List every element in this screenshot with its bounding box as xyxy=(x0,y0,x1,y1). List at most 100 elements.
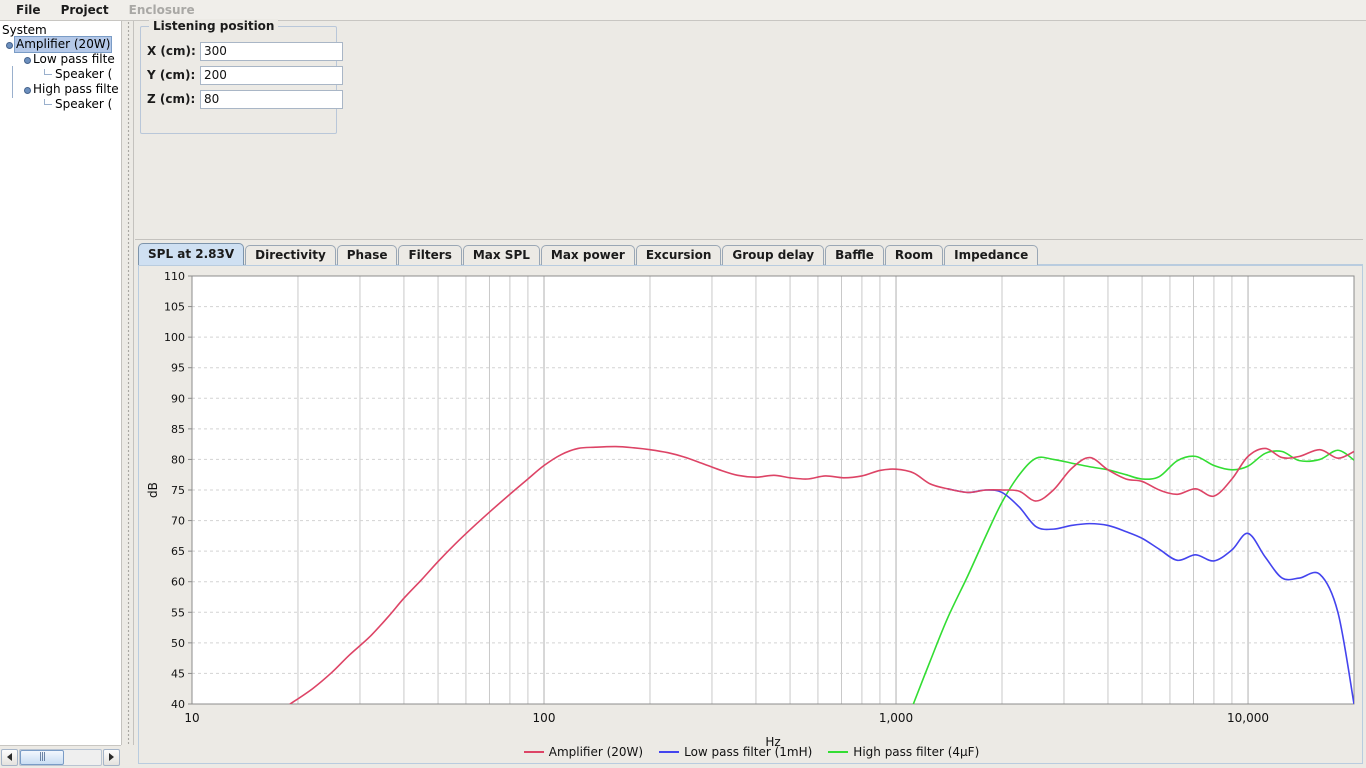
tree-node-low-pass-filter[interactable]: Low pass filte xyxy=(0,52,120,67)
menu-enclosure: Enclosure xyxy=(119,1,205,19)
tab-group-delay[interactable]: Group delay xyxy=(722,245,824,265)
tab-label: Max SPL xyxy=(473,248,530,262)
x-tick-label: 10 xyxy=(184,711,199,725)
legend-color-swatch xyxy=(524,751,544,753)
chart-container: 40 45 50 55 60 65 70 75 80 85 90 95 100 105 110 dB 10 100… xyxy=(138,266,1363,764)
y-tick-label: 110 xyxy=(164,270,185,283)
listening-position-group: Listening position X (cm): Y (cm): Z (cm… xyxy=(140,26,337,134)
y-tick-label: 75 xyxy=(171,484,185,497)
tab-phase[interactable]: Phase xyxy=(337,245,398,265)
legend-label: High pass filter (4µF) xyxy=(853,745,979,759)
menu-file[interactable]: File xyxy=(6,1,51,19)
y-label: Y (cm): xyxy=(147,68,200,82)
chart-legend: Amplifier (20W) Low pass filter (1mH) High… xyxy=(139,745,1364,759)
tab-label: SPL at 2.83V xyxy=(148,247,234,261)
x-label: X (cm): xyxy=(147,44,200,58)
tab-strip: SPL at 2.83V Directivity Phase Filters Max S… xyxy=(138,243,1039,265)
expander-icon[interactable] xyxy=(22,55,31,64)
system-tree-panel[interactable]: System Amplifier (20W) Low pass filte Sp… xyxy=(0,21,121,745)
y-tick-label: 85 xyxy=(171,423,185,436)
tree-node-label: Amplifier (20W) xyxy=(14,36,112,53)
z-input[interactable] xyxy=(200,90,343,109)
grip-icon: ||| xyxy=(39,752,45,762)
x-input[interactable] xyxy=(200,42,343,61)
y-axis-title: dB xyxy=(146,482,160,498)
y-tick-label: 55 xyxy=(171,606,185,619)
y-tick-label: 40 xyxy=(171,698,185,711)
expander-icon[interactable] xyxy=(22,85,31,94)
tree-node-label: Speaker ( xyxy=(54,97,113,112)
scroll-right-button[interactable] xyxy=(103,749,120,766)
tab-label: Room xyxy=(895,248,933,262)
tree-horizontal-scrollbar[interactable]: ||| xyxy=(0,745,121,768)
vertical-splitter[interactable] xyxy=(121,21,134,745)
tab-spl-at-2-83v[interactable]: SPL at 2.83V xyxy=(138,243,244,265)
tab-impedance[interactable]: Impedance xyxy=(944,245,1038,265)
tab-directivity[interactable]: Directivity xyxy=(245,245,336,265)
y-tick-label: 100 xyxy=(164,331,185,344)
listening-position-y-row: Y (cm): xyxy=(147,65,343,85)
tree-node-label: Speaker ( xyxy=(54,67,113,82)
tree-branch-icon xyxy=(42,99,53,110)
properties-panel: Listening position X (cm): Y (cm): Z (cm… xyxy=(135,21,1366,240)
tab-label: Excursion xyxy=(646,248,712,262)
tree-branch-icon xyxy=(42,69,53,80)
splitter-grip-icon xyxy=(127,21,130,745)
scrollbar-thumb[interactable]: ||| xyxy=(20,750,64,765)
y-axis-labels: 40 45 50 55 60 65 70 75 80 85 90 95 100 105 110 xyxy=(164,270,192,711)
tree-root-label: System xyxy=(0,21,120,37)
arrow-right-icon xyxy=(109,753,114,761)
listening-position-z-row: Z (cm): xyxy=(147,89,343,109)
y-tick-label: 90 xyxy=(171,392,185,405)
scroll-left-button[interactable] xyxy=(1,749,18,766)
z-label: Z (cm): xyxy=(147,92,200,106)
tab-label: Impedance xyxy=(954,248,1028,262)
tab-max-power[interactable]: Max power xyxy=(541,245,635,265)
chart-tab-pane: SPL at 2.83V Directivity Phase Filters Max S… xyxy=(135,240,1366,768)
expander-icon[interactable] xyxy=(4,40,13,49)
tab-label: Group delay xyxy=(732,248,814,262)
tab-excursion[interactable]: Excursion xyxy=(636,245,722,265)
tree-node-high-pass-filter[interactable]: High pass filte xyxy=(0,82,120,97)
y-tick-label: 60 xyxy=(171,576,185,589)
application-window: File Project Enclosure System Amplifier … xyxy=(0,0,1366,768)
menu-project[interactable]: Project xyxy=(51,1,119,19)
y-input[interactable] xyxy=(200,66,343,85)
tab-label: Filters xyxy=(408,248,451,262)
y-tick-label: 50 xyxy=(171,637,185,650)
y-tick-label: 65 xyxy=(171,545,185,558)
tree-node-label: Low pass filte xyxy=(32,52,116,67)
tab-label: Phase xyxy=(347,248,388,262)
listening-position-title: Listening position xyxy=(149,19,278,33)
tree-node-amplifier[interactable]: Amplifier (20W) xyxy=(0,37,120,52)
y-tick-label: 80 xyxy=(171,453,185,466)
x-axis-labels: 101001,00010,000 xyxy=(184,711,1269,725)
tab-max-spl[interactable]: Max SPL xyxy=(463,245,540,265)
arrow-left-icon xyxy=(7,753,12,761)
tab-label: Max power xyxy=(551,248,625,262)
legend-item: Amplifier (20W) xyxy=(524,745,643,759)
spl-chart: 40 45 50 55 60 65 70 75 80 85 90 95 100 105 110 dB 10 100… xyxy=(139,266,1364,764)
legend-item: Low pass filter (1mH) xyxy=(659,745,812,759)
tab-label: Baffle xyxy=(835,248,874,262)
legend-item: High pass filter (4µF) xyxy=(828,745,979,759)
listening-position-x-row: X (cm): xyxy=(147,41,343,61)
tab-baffle[interactable]: Baffle xyxy=(825,245,884,265)
y-tick-label: 70 xyxy=(171,515,185,528)
tab-label: Directivity xyxy=(255,248,326,262)
tree-node-label: High pass filte xyxy=(32,82,120,97)
legend-color-swatch xyxy=(828,751,848,753)
y-tick-label: 45 xyxy=(171,667,185,680)
x-tick-label: 100 xyxy=(533,711,556,725)
tree-node-speaker-lp[interactable]: Speaker ( xyxy=(0,67,120,82)
menu-bar: File Project Enclosure xyxy=(0,0,1366,21)
legend-label: Amplifier (20W) xyxy=(549,745,643,759)
y-tick-label: 95 xyxy=(171,362,185,375)
tab-filters[interactable]: Filters xyxy=(398,245,461,265)
x-tick-label: 1,000 xyxy=(879,711,913,725)
y-tick-label: 105 xyxy=(164,301,185,314)
legend-color-swatch xyxy=(659,751,679,753)
scrollbar-track[interactable]: ||| xyxy=(19,749,102,766)
tab-room[interactable]: Room xyxy=(885,245,943,265)
tree-node-speaker-hp[interactable]: Speaker ( xyxy=(0,97,120,112)
